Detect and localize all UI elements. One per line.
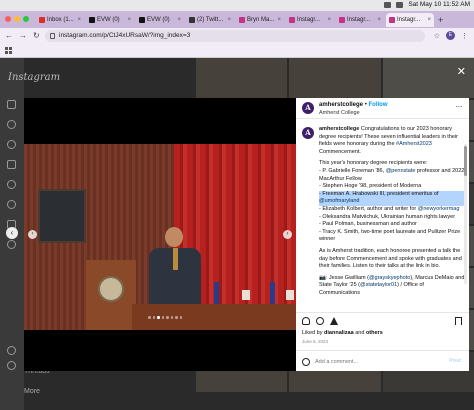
comment-input[interactable]: [315, 357, 435, 367]
browser-tab[interactable]: (2) Twitt... ×: [186, 13, 234, 27]
likes-summary: Liked by diannalizaa and others: [302, 330, 383, 336]
follow-button[interactable]: Follow: [368, 102, 387, 108]
post-actions: [296, 312, 469, 326]
more-menu-icon[interactable]: [7, 361, 16, 370]
mention-link[interactable]: @statetaylor01: [360, 282, 397, 288]
instagram-icon: [289, 17, 295, 23]
zoom-window-button[interactable]: [23, 16, 29, 22]
menu-clock[interactable]: Sat May 10 11:52 AM: [408, 1, 470, 8]
browser-tab[interactable]: Instagr... ×: [286, 13, 334, 27]
post-caption: A amherstcollege Congratulations to our …: [296, 120, 469, 310]
profile-avatar[interactable]: E: [446, 31, 455, 40]
comment-icon[interactable]: [316, 317, 324, 325]
reload-icon[interactable]: ↻: [33, 31, 40, 40]
new-tab-button[interactable]: +: [438, 13, 443, 27]
more-label[interactable]: More: [24, 388, 40, 395]
tab-list: Inbox (1... × EVW (0) × EVW (0) × (2) Twitt…: [36, 13, 443, 27]
mention-link[interactable]: @newyorkermag: [418, 206, 460, 212]
apps-grid-icon[interactable]: [5, 47, 12, 54]
amherst-avatar[interactable]: A: [302, 102, 314, 114]
save-icon[interactable]: [455, 317, 462, 325]
college-seal-image: [98, 276, 124, 302]
browser-tab[interactable]: EVW (0) ×: [86, 13, 134, 27]
mention-link[interactable]: @grayskyephoto: [369, 275, 410, 281]
close-tab-icon[interactable]: ×: [77, 17, 81, 23]
minimize-window-button[interactable]: [14, 16, 20, 22]
carousel-prev-icon[interactable]: ‹: [28, 230, 37, 239]
close-tab-icon[interactable]: ×: [277, 17, 281, 23]
browser-tab[interactable]: Bryn Ma... ×: [236, 13, 284, 27]
carousel-next-icon[interactable]: ›: [283, 230, 292, 239]
post-header: A amherstcollege • Follow Amherst Colleg…: [296, 98, 469, 119]
threads-icon[interactable]: [7, 346, 16, 355]
browser-tab-active[interactable]: Instagr... ×: [386, 13, 434, 27]
instagram-icon: [239, 17, 245, 23]
instagram-icon: [339, 17, 345, 23]
instagram-icon: [389, 17, 395, 23]
forward-icon[interactable]: →: [19, 31, 27, 40]
like-icon[interactable]: [302, 317, 310, 325]
post-details-panel: A amherstcollege • Follow Amherst Colleg…: [296, 98, 469, 371]
post-comment-button[interactable]: Post: [449, 358, 461, 364]
mention-link[interactable]: @pennstate: [386, 168, 416, 174]
site-info-icon[interactable]: [50, 33, 55, 39]
more-options-icon[interactable]: ···: [456, 102, 463, 111]
caption-username[interactable]: amherstcollege: [319, 126, 359, 132]
post-modal: ‹ › A amherstcollege • Follow Amherst Co…: [24, 98, 469, 371]
instagram-logo[interactable]: Instagram: [8, 72, 60, 83]
caption-avatar[interactable]: A: [302, 127, 314, 139]
browser-tab[interactable]: Inbox (1... ×: [36, 13, 84, 27]
post-location[interactable]: Amherst College: [319, 110, 360, 116]
close-tab-icon[interactable]: ×: [227, 17, 231, 23]
comment-bar: Post: [296, 350, 469, 371]
battery-icon[interactable]: [396, 1, 404, 8]
mention-link[interactable]: @umofmaryland: [319, 198, 359, 204]
carousel-dots: [148, 316, 182, 319]
home-icon[interactable]: [7, 100, 16, 109]
window-controls: [5, 16, 29, 22]
gmail-icon: [39, 17, 45, 23]
close-window-button[interactable]: [5, 16, 11, 22]
url-text: instagram.com/p/CtJ4xURsaW/?img_index=3: [59, 32, 191, 39]
x-icon: [139, 17, 145, 23]
notifications-icon[interactable]: [7, 200, 16, 209]
close-tab-icon[interactable]: ×: [327, 17, 331, 23]
commencement-photo: [24, 144, 296, 330]
previous-post-button[interactable]: ‹: [6, 227, 18, 239]
instagram-page: Instagram Threads More ✕ ‹ ›: [0, 58, 474, 410]
browser-menu-icon[interactable]: ⋮: [461, 32, 468, 40]
messages-icon[interactable]: [7, 180, 16, 189]
browser-toolbar: ← → ↻ instagram.com/p/CtJ4xURsaW/?img_in…: [0, 28, 474, 44]
browser-tab-strip: Inbox (1... × EVW (0) × EVW (0) × (2) Twitt…: [0, 11, 474, 28]
post-date[interactable]: June 6, 2023: [302, 339, 328, 344]
wifi-icon[interactable]: [384, 1, 392, 8]
explore-icon[interactable]: [7, 140, 16, 149]
selected-text: - Freeman A. Hrabowski III, president em…: [319, 190, 439, 197]
bookmark-star-icon[interactable]: ☆: [434, 32, 440, 40]
close-tab-icon[interactable]: ×: [377, 17, 381, 23]
close-tab-icon[interactable]: ×: [177, 17, 181, 23]
search-icon[interactable]: [7, 120, 16, 129]
post-image: ‹ ›: [24, 98, 296, 371]
post-username[interactable]: amherstcollege: [319, 102, 363, 108]
x-icon: [89, 17, 95, 23]
close-tab-icon[interactable]: ×: [427, 17, 431, 23]
reels-icon[interactable]: [7, 160, 16, 169]
profile-icon[interactable]: [7, 240, 16, 249]
bookmarks-bar: [0, 44, 474, 58]
liked-by-others[interactable]: others: [366, 330, 383, 336]
liked-by-user[interactable]: diannalizaa: [324, 330, 354, 336]
emoji-icon[interactable]: [302, 358, 310, 366]
browser-tab[interactable]: Instagr... ×: [336, 13, 384, 27]
close-modal-icon[interactable]: ✕: [457, 65, 466, 78]
twitter-icon: [189, 17, 195, 23]
close-tab-icon[interactable]: ×: [127, 17, 131, 23]
caption-scroll-thumb[interactable]: [464, 146, 467, 176]
browser-tab[interactable]: EVW (0) ×: [136, 13, 184, 27]
back-icon[interactable]: ←: [5, 31, 13, 40]
hashtag-link[interactable]: #Amherst2023: [396, 141, 432, 147]
mac-menu-bar: Sat May 10 11:52 AM: [0, 0, 474, 11]
address-bar[interactable]: instagram.com/p/CtJ4xURsaW/?img_index=3: [45, 30, 425, 42]
share-icon[interactable]: [330, 317, 338, 325]
